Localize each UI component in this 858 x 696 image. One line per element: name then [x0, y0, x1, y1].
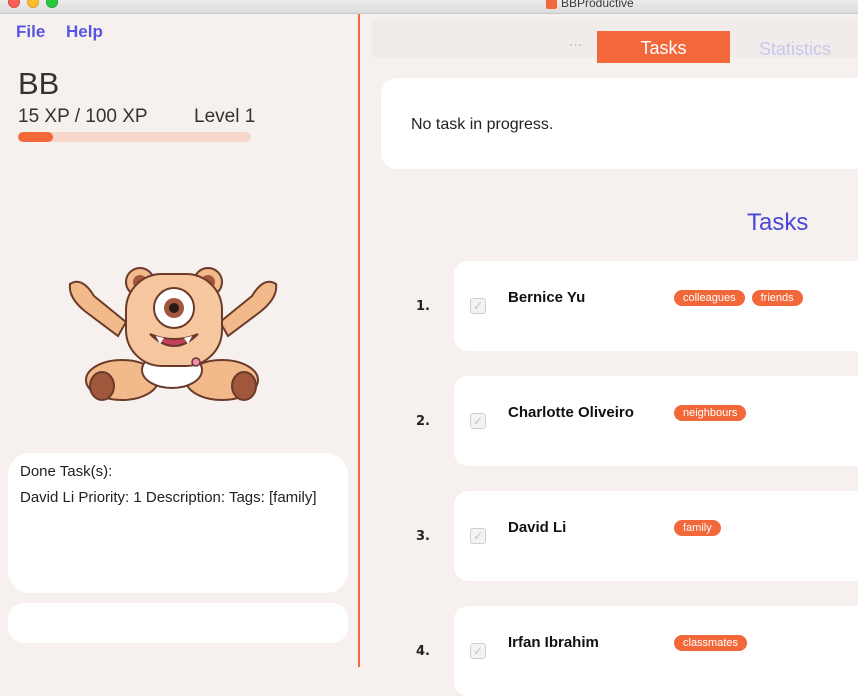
tag-badge: family — [674, 520, 721, 536]
done-task-entry: David Li Priority: 1 Description: Tags: … — [20, 489, 317, 506]
tag-badge: friends — [751, 290, 803, 306]
tab-statistics[interactable]: Statistics — [759, 39, 831, 60]
level-text: Level 1 — [194, 106, 256, 127]
in-progress-text: No task in progress. — [411, 116, 554, 133]
help-menu[interactable]: Help — [66, 22, 103, 42]
task-in-progress-card: No task in progress. — [381, 78, 858, 169]
tag-badge: classmates — [674, 635, 748, 651]
task-name: Irfan Ibrahim — [508, 634, 599, 651]
task-card[interactable]: ✓ Charlotte Oliveiro neighbours — [454, 376, 858, 466]
xp-text: 15 XP / 100 XP — [18, 106, 148, 127]
task-done-checkbox[interactable]: ✓ — [470, 528, 486, 544]
task-tags: classmates — [674, 635, 748, 651]
tab-bar: ... Tasks Statistics — [372, 20, 858, 63]
close-window-button[interactable] — [8, 0, 20, 8]
tag-badge: colleagues — [674, 290, 745, 306]
task-tags: neighbours — [674, 405, 747, 421]
done-tasks-title: Done Task(s): — [20, 463, 113, 480]
task-tags: family — [674, 520, 721, 536]
task-index: 2. — [416, 414, 430, 429]
tag-badge: neighbours — [674, 405, 747, 421]
user-name: BB — [18, 66, 60, 101]
task-done-checkbox[interactable]: ✓ — [470, 413, 486, 429]
command-input[interactable] — [8, 603, 348, 643]
xp-progress-bar — [18, 132, 251, 142]
done-tasks-panel: Done Task(s): David Li Priority: 1 Descr… — [8, 453, 348, 593]
left-panel: File Help BB 15 XP / 100 XP Level 1 Done… — [0, 14, 358, 667]
tab-tasks[interactable]: Tasks — [597, 31, 730, 63]
task-done-checkbox[interactable]: ✓ — [470, 643, 486, 659]
task-name: Bernice Yu — [508, 289, 586, 306]
task-index: 3. — [416, 529, 430, 544]
task-done-checkbox[interactable]: ✓ — [470, 298, 486, 314]
task-card[interactable]: ✓ Irfan Ibrahim classmates — [454, 606, 858, 696]
tasks-heading: Tasks — [747, 209, 809, 236]
bear-mascot-image — [68, 267, 278, 401]
zoom-window-button[interactable] — [46, 0, 58, 8]
window-title-text: BBProductive — [561, 0, 634, 10]
task-name: Charlotte Oliveiro — [508, 404, 634, 421]
task-card[interactable]: ✓ David Li family — [454, 491, 858, 581]
task-card[interactable]: ✓ Bernice Yu colleagues friends — [454, 261, 858, 351]
window-titlebar: BBProductive — [0, 0, 858, 14]
task-index: 1. — [416, 299, 430, 314]
app-icon — [546, 0, 557, 9]
right-panel: ... Tasks Statistics No task in progress… — [360, 14, 858, 696]
window-title: BBProductive — [546, 0, 634, 10]
task-index: 4. — [416, 644, 430, 659]
tab-overflow-icon[interactable]: ... — [569, 34, 582, 50]
file-menu[interactable]: File — [16, 22, 45, 42]
task-name: David Li — [508, 519, 567, 536]
xp-progress-fill — [18, 132, 53, 142]
task-tags: colleagues friends — [674, 290, 803, 306]
minimize-window-button[interactable] — [27, 0, 39, 8]
